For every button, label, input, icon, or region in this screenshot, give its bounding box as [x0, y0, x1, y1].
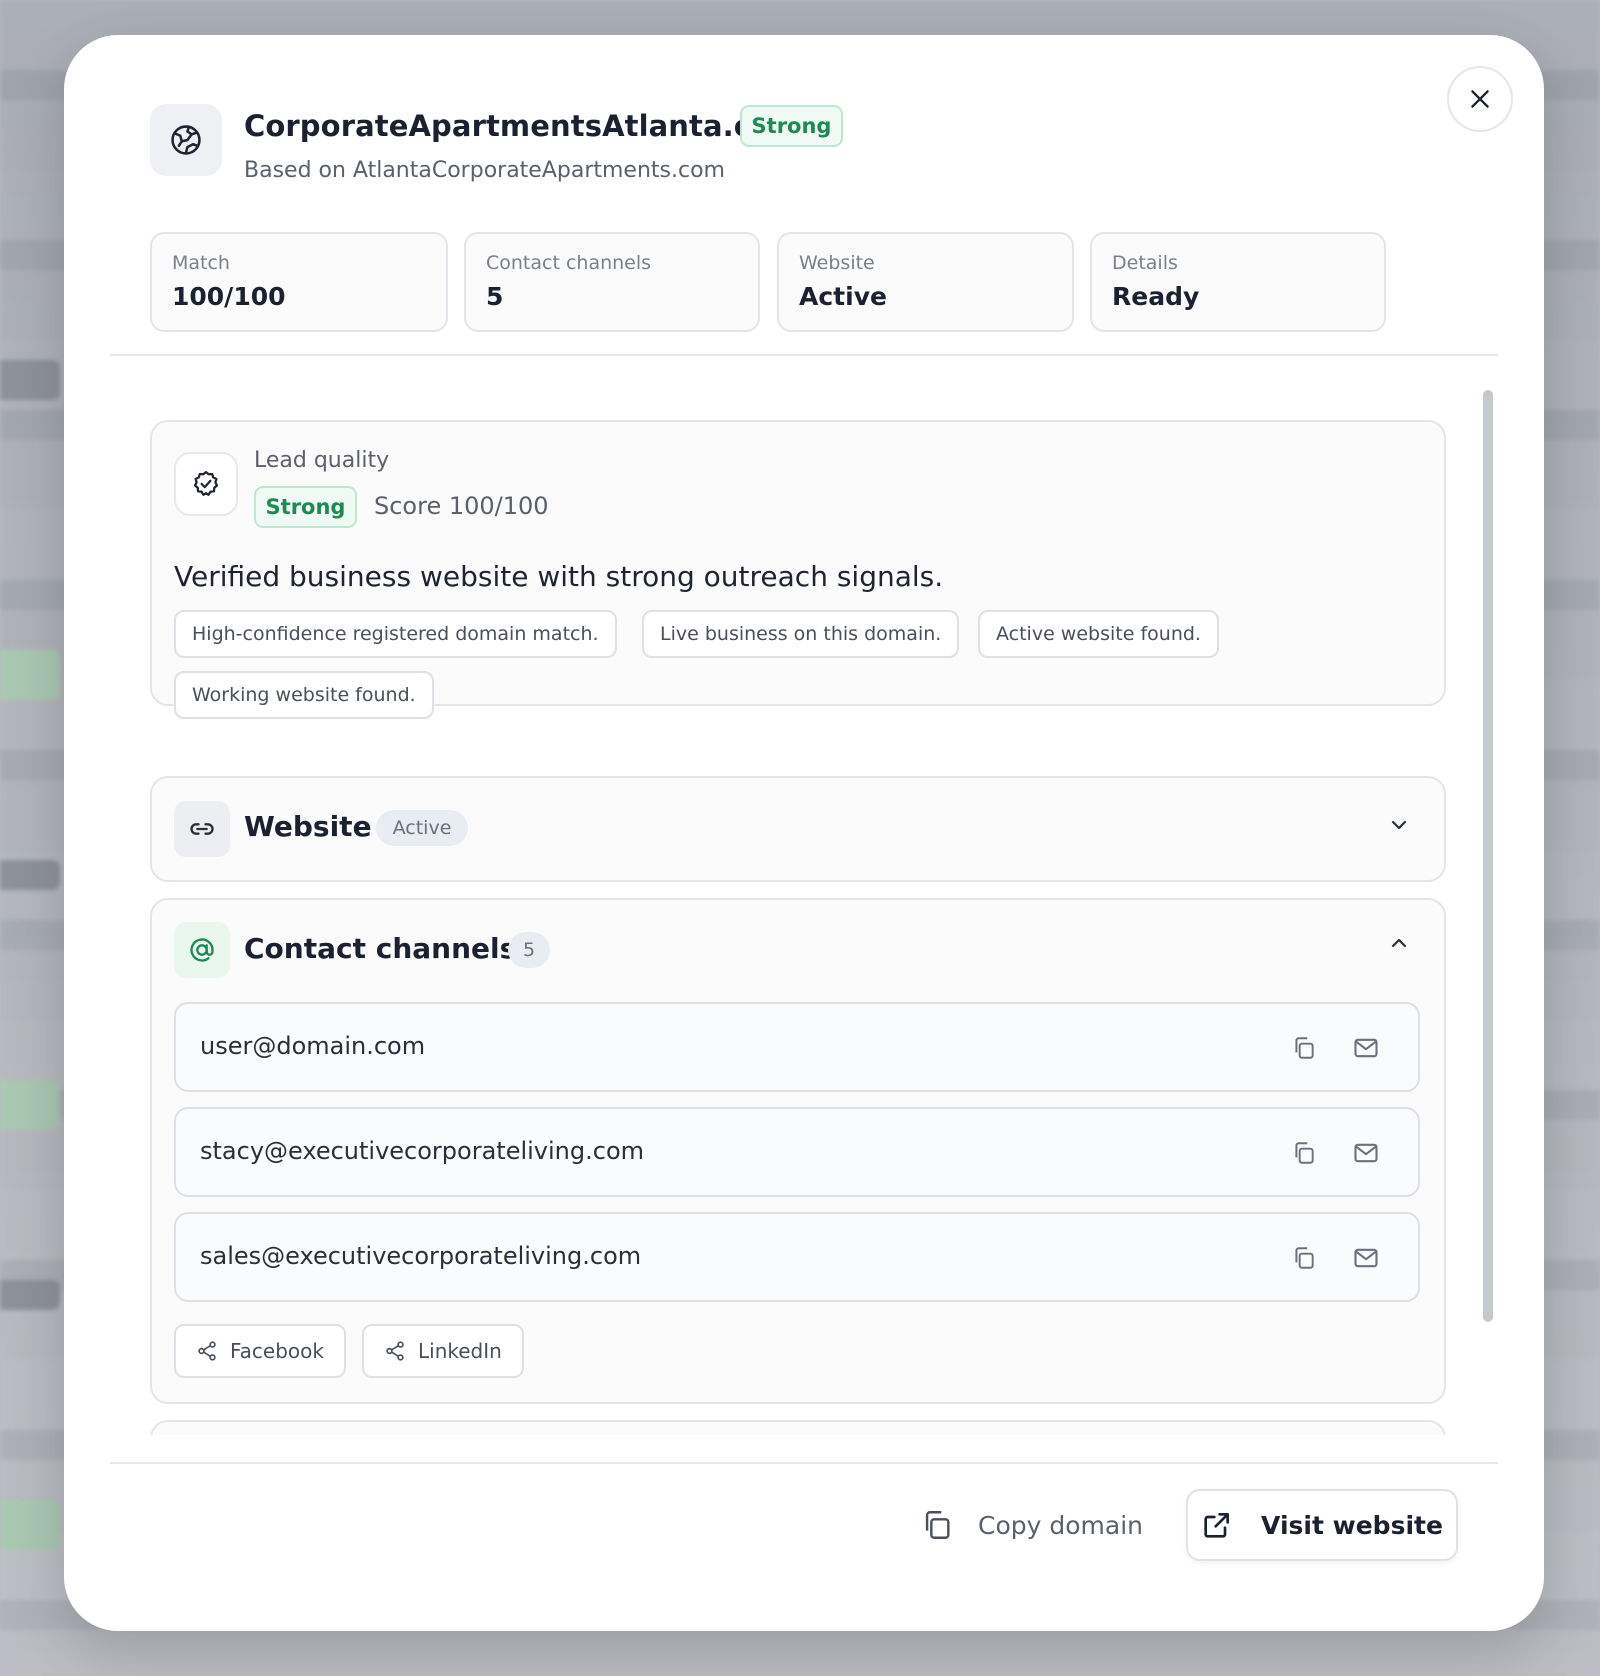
stat-website: Website Active	[777, 232, 1074, 332]
stat-match: Match 100/100	[150, 232, 448, 332]
signal-chip: Active website found.	[978, 610, 1219, 658]
linkedin-link[interactable]: LinkedIn	[362, 1324, 524, 1378]
social-label: Facebook	[230, 1339, 324, 1363]
signal-chip: Live business on this domain.	[642, 610, 960, 658]
visit-website-button[interactable]: Visit website	[1186, 1489, 1458, 1561]
website-status-pill: Active	[376, 810, 468, 846]
bg-strip	[0, 360, 60, 400]
scrollbar[interactable]	[1483, 390, 1493, 1322]
copy-icon[interactable]	[1288, 1137, 1320, 1169]
contact-section-title: Contact channels	[244, 932, 517, 965]
check-badge-icon	[174, 452, 238, 516]
next-section-card	[150, 1420, 1446, 1435]
bg-strip	[0, 860, 60, 890]
email-row: sales@executivecorporateliving.com	[174, 1212, 1420, 1302]
share-icon	[386, 1341, 404, 1361]
lead-quality-summary: Verified business website with strong ou…	[174, 560, 944, 593]
stat-value: Ready	[1112, 282, 1200, 311]
facebook-link[interactable]: Facebook	[174, 1324, 346, 1378]
bg-strip	[0, 650, 60, 700]
close-button[interactable]	[1447, 66, 1513, 132]
stat-value: 5	[486, 282, 504, 311]
bg-strip	[0, 1500, 60, 1550]
header-divider	[110, 354, 1498, 356]
social-label: LinkedIn	[418, 1339, 502, 1363]
mail-icon[interactable]	[1350, 1137, 1382, 1169]
stat-value: 100/100	[172, 282, 286, 311]
share-icon	[198, 1341, 216, 1361]
lead-quality-label: Lead quality	[254, 448, 390, 473]
status-badge: Strong	[740, 105, 843, 147]
close-icon	[1471, 90, 1489, 108]
stat-label: Details	[1112, 252, 1178, 274]
website-section-title: Website	[244, 810, 372, 843]
website-section[interactable]: Website Active	[150, 776, 1446, 882]
copy-domain-button[interactable]: Copy domain	[920, 1500, 1143, 1550]
stat-label: Contact channels	[486, 252, 652, 274]
lead-quality-badge: Strong	[254, 486, 357, 528]
bg-strip	[0, 1080, 60, 1130]
external-link-icon	[1204, 1513, 1230, 1538]
stat-label: Match	[172, 252, 230, 274]
email-row: stacy@executivecorporateliving.com	[174, 1107, 1420, 1197]
visit-website-label: Visit website	[1261, 1510, 1443, 1540]
email-address: user@domain.com	[200, 1032, 426, 1060]
mail-icon[interactable]	[1350, 1032, 1382, 1064]
signal-chip: Working website found.	[174, 671, 434, 719]
at-sign-icon	[174, 922, 230, 978]
content-scroll-area[interactable]: Lead quality Strong Score 100/100 Verifi…	[110, 360, 1498, 1435]
email-row: user@domain.com	[174, 1002, 1420, 1092]
copy-icon[interactable]	[1288, 1032, 1320, 1064]
copy-domain-label: Copy domain	[978, 1510, 1143, 1540]
copy-icon[interactable]	[1288, 1242, 1320, 1274]
stat-contact-channels: Contact channels 5	[464, 232, 760, 332]
contact-channels-section: Contact channels 5 user@domain.com stacy…	[150, 898, 1446, 1404]
bg-strip	[0, 1280, 60, 1310]
lead-quality-card: Lead quality Strong Score 100/100 Verifi…	[150, 420, 1446, 719]
chevron-up-icon[interactable]	[1384, 928, 1414, 958]
stat-label: Website	[799, 252, 875, 274]
page-title: CorporateApartmentsAtlanta.com	[244, 109, 802, 143]
lead-quality-score: Score 100/100	[374, 492, 549, 520]
stat-value: Active	[799, 282, 887, 311]
page-subtitle: Based on AtlantaCorporateApartments.com	[244, 158, 725, 183]
footer-divider	[110, 1462, 1498, 1464]
signal-chip: High-confidence registered domain match.	[174, 610, 617, 658]
email-address: stacy@executivecorporateliving.com	[200, 1137, 644, 1165]
globe-icon	[150, 104, 222, 176]
email-address: sales@executivecorporateliving.com	[200, 1242, 642, 1270]
stat-details: Details Ready	[1090, 232, 1386, 332]
mail-icon[interactable]	[1350, 1242, 1382, 1274]
copy-icon	[925, 1511, 950, 1539]
chevron-down-icon[interactable]	[1384, 810, 1414, 840]
contact-count-pill: 5	[508, 932, 550, 968]
link-icon	[174, 801, 230, 857]
